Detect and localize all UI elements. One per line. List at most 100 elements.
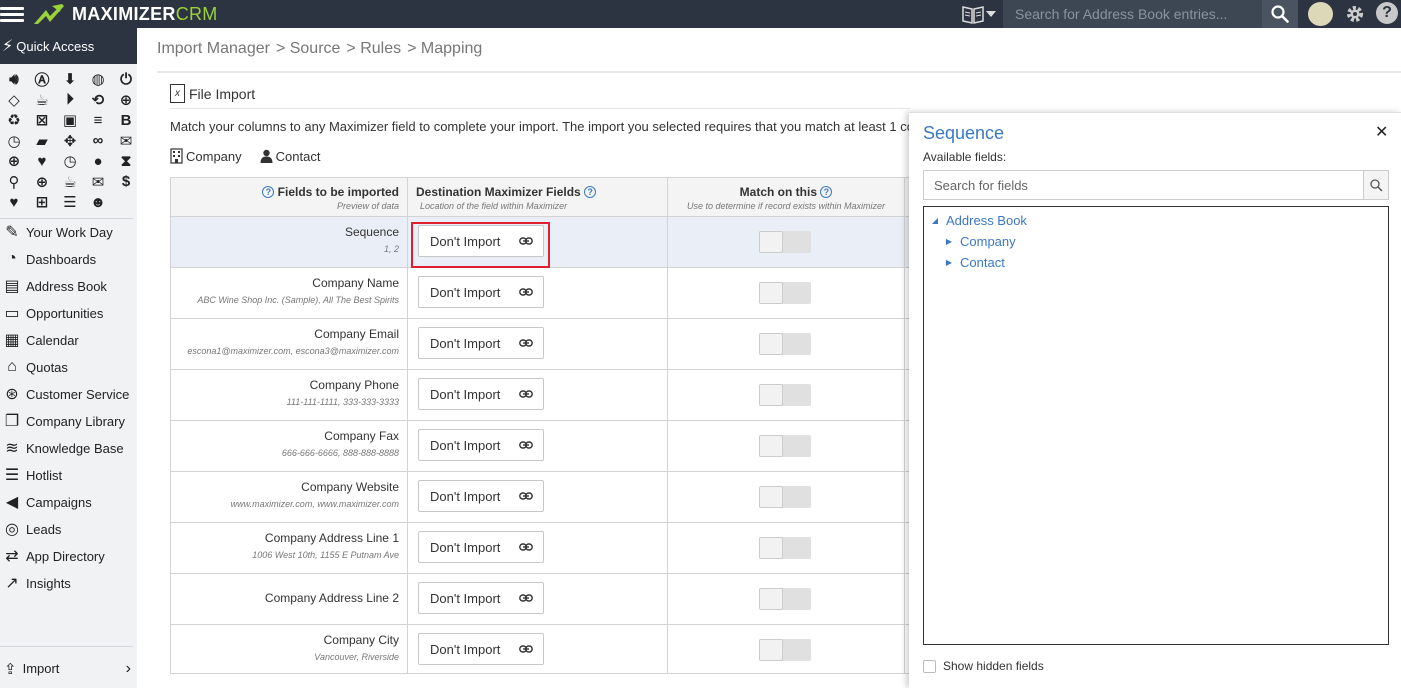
help-circle-icon[interactable]: ? — [820, 186, 833, 198]
global-search-input[interactable] — [1003, 0, 1262, 28]
match-toggle[interactable] — [759, 639, 811, 661]
table-row[interactable]: Company Address Line 1 1006 West 10th, 11… — [171, 523, 909, 574]
dont-import-button[interactable]: Don't Import — [418, 327, 544, 359]
match-toggle[interactable] — [759, 537, 811, 559]
wrench-icon[interactable]: ⚲ — [4, 173, 24, 191]
help-icon[interactable]: ? — [1376, 2, 1398, 24]
tab-company[interactable]: Company — [170, 148, 242, 164]
tree-expanded-icon[interactable]: ◢ — [930, 216, 940, 225]
field-search-button[interactable] — [1363, 171, 1388, 199]
breadcrumb-source[interactable]: > Source — [276, 40, 340, 58]
sidebar-item-calendar[interactable]: ▦ Calendar — [0, 327, 137, 354]
table-row[interactable]: Company Name ABC Wine Shop Inc. (Sample),… — [171, 268, 909, 319]
binoculars-icon[interactable]: ∞ — [88, 132, 108, 150]
dont-import-button[interactable]: Don't Import — [418, 582, 544, 614]
sidebar-item-knowledge-base[interactable]: ≋ Knowledge Base — [0, 435, 137, 462]
match-toggle[interactable] — [759, 282, 811, 304]
envelope-icon[interactable]: ✉ — [88, 173, 108, 191]
table-row[interactable]: Company Fax 666-666-6666, 888-888-8888 Don… — [171, 421, 909, 472]
users-icon[interactable]: ☻ — [88, 193, 108, 211]
dont-import-button[interactable]: Don't Import — [418, 429, 544, 461]
table-row[interactable]: Company Website www.maximizer.com, www.ma… — [171, 472, 909, 523]
match-toggle[interactable] — [759, 231, 811, 253]
settings-gear-icon[interactable] — [1344, 2, 1366, 26]
global-search-button[interactable] — [1262, 0, 1298, 28]
clock-icon[interactable]: ◷ — [60, 152, 80, 170]
sidebar-item-address-book[interactable]: ▤ Address Book — [0, 273, 137, 300]
tree-node-company[interactable]: ▶ Company — [944, 234, 1016, 249]
sidebar-item-company-library[interactable]: ❐ Company Library — [0, 408, 137, 435]
font-a-icon[interactable]: Ⓐ — [32, 70, 52, 89]
show-hidden-checkbox[interactable] — [923, 659, 936, 673]
align-center-icon[interactable]: ≡ — [88, 111, 108, 129]
zoom-plus-icon[interactable]: ⊕ — [4, 152, 24, 170]
address-book-switch-icon[interactable] — [962, 2, 1000, 26]
dollar-icon[interactable]: $ — [116, 173, 136, 191]
close-box-icon[interactable]: ⊠ — [32, 111, 52, 129]
field-search-input[interactable] — [924, 171, 1364, 199]
match-toggle[interactable] — [759, 588, 811, 610]
sidebar-item-opportunities[interactable]: ▭ Opportunities — [0, 300, 137, 327]
help-circle-icon[interactable]: ? — [262, 186, 275, 198]
zoom-in-icon[interactable]: ⊕ — [116, 91, 136, 109]
folder-open-icon[interactable]: ▰ — [32, 132, 52, 150]
globe-icon[interactable]: ◍ — [88, 70, 108, 88]
table-row[interactable]: Company Address Line 2 Don't Import — [171, 574, 909, 625]
sidebar-item-dashboards[interactable]: ◔ Dashboards — [0, 246, 137, 273]
cup-icon[interactable]: ☕︎ — [32, 91, 52, 109]
power-icon[interactable]: ⏻ — [116, 70, 136, 88]
download-circle-icon[interactable]: ⬇ — [60, 70, 80, 88]
sidebar-item-quotas[interactable]: ⌂ Quotas — [0, 354, 137, 381]
tree-node-address-book[interactable]: ◢ Address Book — [930, 213, 1027, 228]
money-icon[interactable]: ▣ — [60, 111, 80, 129]
list-indent-icon[interactable]: ☰ — [60, 193, 80, 211]
sidebar-item-insights[interactable]: ↗ Insights — [0, 570, 137, 597]
help-circle-icon[interactable]: ? — [584, 186, 597, 198]
tab-contact[interactable]: Contact — [260, 148, 320, 164]
dont-import-button[interactable]: Don't Import — [418, 531, 544, 563]
hourglass-icon[interactable]: ⧗ — [116, 152, 136, 170]
breadcrumb-rules[interactable]: > Rules — [346, 40, 401, 58]
recycle-icon[interactable]: ♻ — [4, 111, 24, 129]
user-avatar[interactable] — [1308, 2, 1333, 26]
table-row[interactable]: Company Phone 111-111-1111, 333-333-3333 D… — [171, 370, 909, 421]
table-row[interactable]: Company City Vancouver, Riverside Don't Im… — [171, 625, 909, 673]
play-circle-icon[interactable]: ⏵ — [60, 91, 80, 109]
show-hidden-fields[interactable]: Show hidden fields — [923, 659, 1044, 673]
first-aid-icon[interactable]: ⊞ — [32, 193, 52, 211]
breadcrumb-import-manager[interactable]: Import Manager — [157, 40, 270, 58]
envelope-icon[interactable]: ✉ — [116, 132, 136, 150]
cup-icon[interactable]: ☕︎ — [60, 173, 80, 191]
sidebar-item-customer-service[interactable]: ⊛ Customer Service — [0, 381, 137, 408]
match-toggle[interactable] — [759, 486, 811, 508]
match-toggle[interactable] — [759, 333, 811, 355]
table-row[interactable]: Company Email escona1@maximizer.com, esco… — [171, 319, 909, 370]
app-logo[interactable]: MAXIMIZERCRM — [32, 0, 218, 28]
sidebar-item-campaigns[interactable]: ◀ Campaigns — [0, 489, 137, 516]
sidebar-item-hotlist[interactable]: ☰ Hotlist — [0, 462, 137, 489]
tree-node-contact[interactable]: ▶ Contact — [944, 255, 1005, 270]
diamond-icon[interactable]: ◇ — [4, 91, 24, 109]
speaker-icon[interactable]: 🔊︎ — [4, 70, 24, 88]
dont-import-button[interactable]: Don't Import — [418, 633, 544, 665]
tree-collapsed-icon[interactable]: ▶ — [944, 237, 954, 246]
clock-icon[interactable]: ◷ — [4, 132, 24, 150]
sidebar-item-import[interactable]: ⇪ Import › — [0, 655, 137, 682]
tree-collapsed-icon[interactable]: ▶ — [944, 258, 954, 267]
heart-icon[interactable]: ♥ — [32, 152, 52, 170]
match-toggle[interactable] — [759, 384, 811, 406]
plus-circle-icon[interactable]: ⊕ — [32, 173, 52, 191]
heart-icon[interactable]: ♥ — [4, 193, 24, 211]
bold-icon[interactable]: B — [116, 111, 136, 129]
speech-bubble-icon[interactable]: ● — [88, 152, 108, 170]
sidebar-item-your-work-day[interactable]: ✎ Your Work Day — [0, 219, 137, 246]
sidebar-item-app-directory[interactable]: ⇄ App Directory — [0, 543, 137, 570]
dont-import-button[interactable]: Don't Import — [418, 480, 544, 512]
refresh-search-icon[interactable]: ⟲ — [88, 91, 108, 109]
dont-import-button[interactable]: Don't Import — [418, 276, 544, 308]
quick-access-header[interactable]: ⚡ Quick Access — [0, 28, 137, 64]
move-arrows-icon[interactable]: ✥ — [60, 132, 80, 150]
hamburger-menu-icon[interactable] — [0, 4, 24, 24]
match-toggle[interactable] — [759, 435, 811, 457]
close-icon[interactable]: ✕ — [1375, 122, 1388, 142]
